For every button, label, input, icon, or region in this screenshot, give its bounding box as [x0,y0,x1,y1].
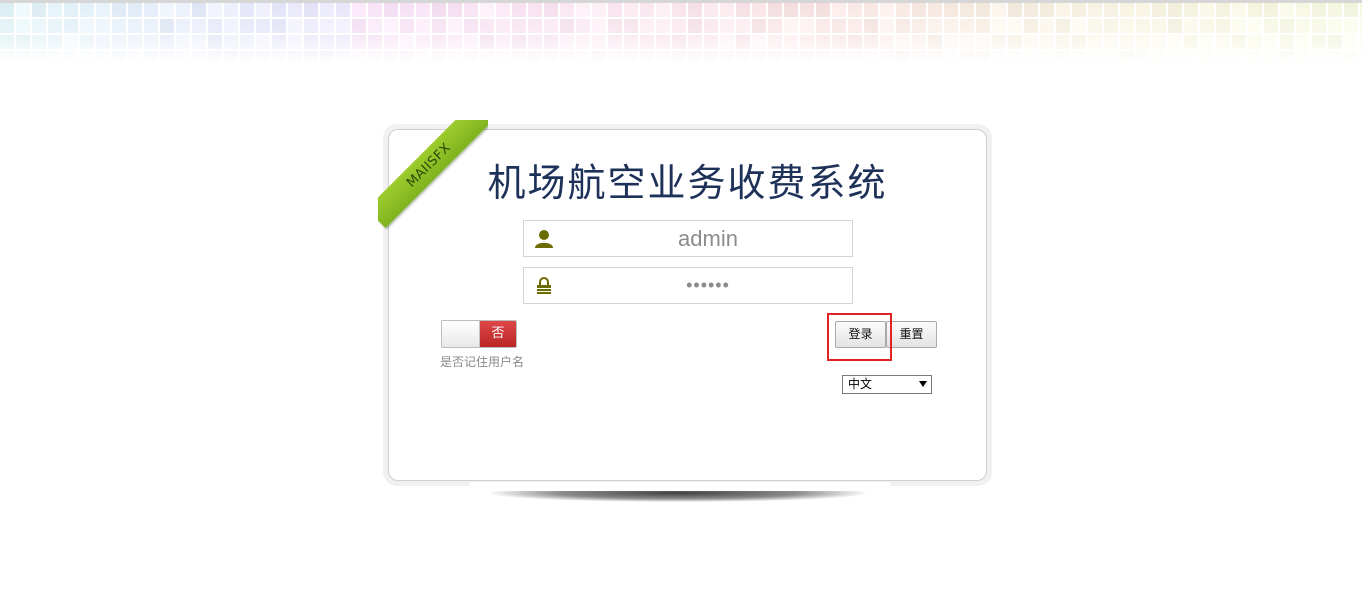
toggle-knob[interactable] [442,321,480,347]
lock-icon [533,275,555,297]
mosaic-fade [0,3,1362,63]
remember-username-label: 是否记住用户名 [440,355,525,369]
language-selected-value: 中文 [848,377,873,391]
username-field[interactable] [523,220,853,257]
chevron-down-icon[interactable] [919,381,927,387]
language-select[interactable]: 中文 [842,375,932,394]
user-icon [533,228,555,250]
toggle-state-label: 否 [480,321,516,347]
username-input[interactable] [564,221,852,256]
remember-username-toggle[interactable]: 否 [441,320,517,348]
page-title: 机场航空业务收费系统 [487,161,888,205]
password-field[interactable] [523,267,853,304]
login-button-highlight [827,313,892,361]
password-input[interactable] [564,268,852,303]
reset-button[interactable]: 重置 [886,321,937,348]
shadow-cover [470,482,890,491]
